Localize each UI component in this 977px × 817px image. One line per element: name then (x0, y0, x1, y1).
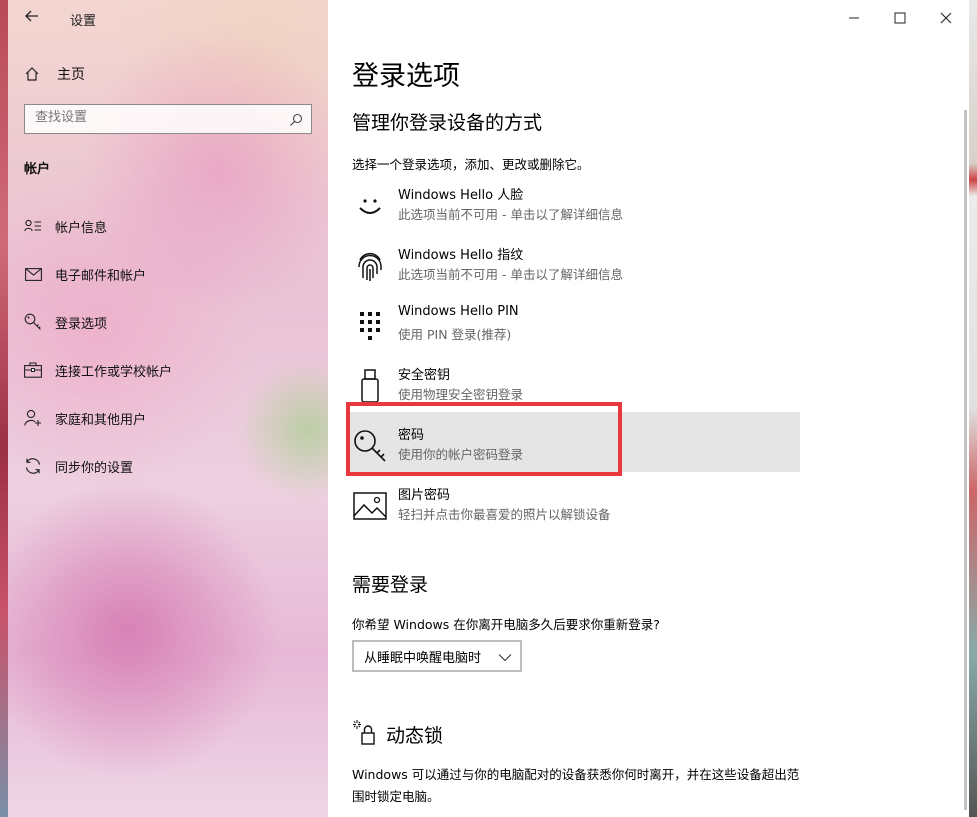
minimize-button[interactable] (840, 8, 868, 28)
fingerprint-icon (352, 248, 388, 284)
sync-icon (24, 457, 42, 475)
app-title: 设置 (70, 14, 97, 29)
option-subtitle: 使用 PIN 登录(推荐) (398, 327, 512, 342)
option-title: Windows Hello 指纹 (398, 248, 524, 263)
option-subtitle: 此选项当前不可用 - 单击以了解详细信息 (398, 207, 623, 222)
sidebar-item-label: 同步你的设置 (55, 460, 134, 476)
sidebar-item-account-info[interactable]: 帐户信息 (24, 214, 314, 238)
require-signin-dropdown[interactable]: 从睡眠中唤醒电脑时 (352, 640, 522, 672)
maximize-button[interactable] (886, 8, 914, 28)
mail-icon (24, 265, 42, 283)
back-arrow-icon[interactable] (22, 8, 42, 28)
dynamic-lock-heading: 动态锁 (386, 724, 444, 747)
add-person-icon (24, 409, 42, 427)
sidebar-item-label: 家庭和其他用户 (55, 412, 147, 428)
sidebar-item-work-school[interactable]: 连接工作或学校帐户 (24, 358, 314, 382)
option-face[interactable]: Windows Hello 人脸 此选项当前不可用 - 单击以了解详细信息 (352, 184, 782, 234)
option-pin[interactable]: Windows Hello PIN 使用 PIN 登录(推荐) (352, 304, 782, 354)
key-icon (24, 313, 42, 331)
pin-keypad-icon (352, 308, 388, 344)
usb-key-icon (352, 368, 388, 404)
require-signin-question: 你希望 Windows 在你离开电脑多久后要求你重新登录? (352, 617, 660, 632)
section-heading: 帐户 (24, 162, 51, 177)
home-icon (24, 66, 40, 82)
main-content: 登录选项 管理你登录设备的方式 选择一个登录选项，添加、更改或删除它。 Wind… (328, 0, 969, 817)
option-title: Windows Hello 人脸 (398, 188, 524, 203)
home-label: 主页 (57, 67, 85, 83)
search-input[interactable] (35, 110, 275, 125)
sidebar-item-sign-in-options[interactable]: 登录选项 (24, 310, 314, 334)
sidebar-item-email[interactable]: 电子邮件和帐户 (24, 262, 314, 286)
option-title: 图片密码 (398, 488, 451, 503)
sidebar-item-label: 帐户信息 (55, 220, 108, 236)
options-description: 选择一个登录选项，添加、更改或删除它。 (352, 157, 590, 172)
option-fingerprint[interactable]: Windows Hello 指纹 此选项当前不可用 - 单击以了解详细信息 (352, 244, 782, 294)
option-title: Windows Hello PIN (398, 304, 519, 319)
require-signin-heading: 需要登录 (352, 574, 429, 596)
briefcase-icon (24, 361, 42, 379)
desktop-background-left (0, 0, 8, 817)
picture-icon (352, 488, 388, 524)
option-title: 安全密钥 (398, 368, 451, 383)
chevron-down-icon (498, 649, 512, 663)
desktop-background-right (969, 0, 977, 817)
page-title: 登录选项 (352, 61, 460, 92)
scrollbar[interactable] (964, 110, 967, 810)
settings-window: 设置 主页 帐户 帐户信息 电子邮件和帐户 (8, 0, 969, 817)
sidebar-item-label: 登录选项 (55, 316, 108, 332)
option-picture-password[interactable]: 图片密码 轻扫并点击你最喜爱的照片以解锁设备 (352, 484, 782, 534)
search-icon[interactable] (289, 112, 303, 126)
sidebar-item-sync[interactable]: 同步你的设置 (24, 454, 314, 478)
option-subtitle: 轻扫并点击你最喜爱的照片以解锁设备 (398, 507, 611, 522)
option-subtitle: 此选项当前不可用 - 单击以了解详细信息 (398, 267, 623, 282)
person-card-icon (24, 217, 42, 235)
dropdown-value: 从睡眠中唤醒电脑时 (364, 650, 482, 666)
dynamic-lock-icon (352, 719, 376, 749)
sidebar-item-family[interactable]: 家庭和其他用户 (24, 406, 314, 430)
search-box[interactable] (24, 104, 312, 134)
option-subtitle: 使用物理安全密钥登录 (398, 387, 524, 402)
sidebar-home[interactable]: 主页 (24, 64, 85, 84)
close-button[interactable] (932, 8, 960, 28)
sidebar: 设置 主页 帐户 帐户信息 电子邮件和帐户 (8, 0, 328, 817)
page-subtitle: 管理你登录设备的方式 (352, 112, 543, 134)
dynamic-lock-header: 动态锁 (352, 720, 443, 748)
sidebar-item-label: 连接工作或学校帐户 (55, 364, 173, 380)
highlight-annotation-box (346, 402, 622, 476)
face-icon (352, 188, 388, 224)
dynamic-lock-description: Windows 可以通过与你的电脑配对的设备获悉你何时离开，并在这些设备超出范围… (352, 767, 800, 804)
sidebar-item-label: 电子邮件和帐户 (55, 268, 147, 284)
